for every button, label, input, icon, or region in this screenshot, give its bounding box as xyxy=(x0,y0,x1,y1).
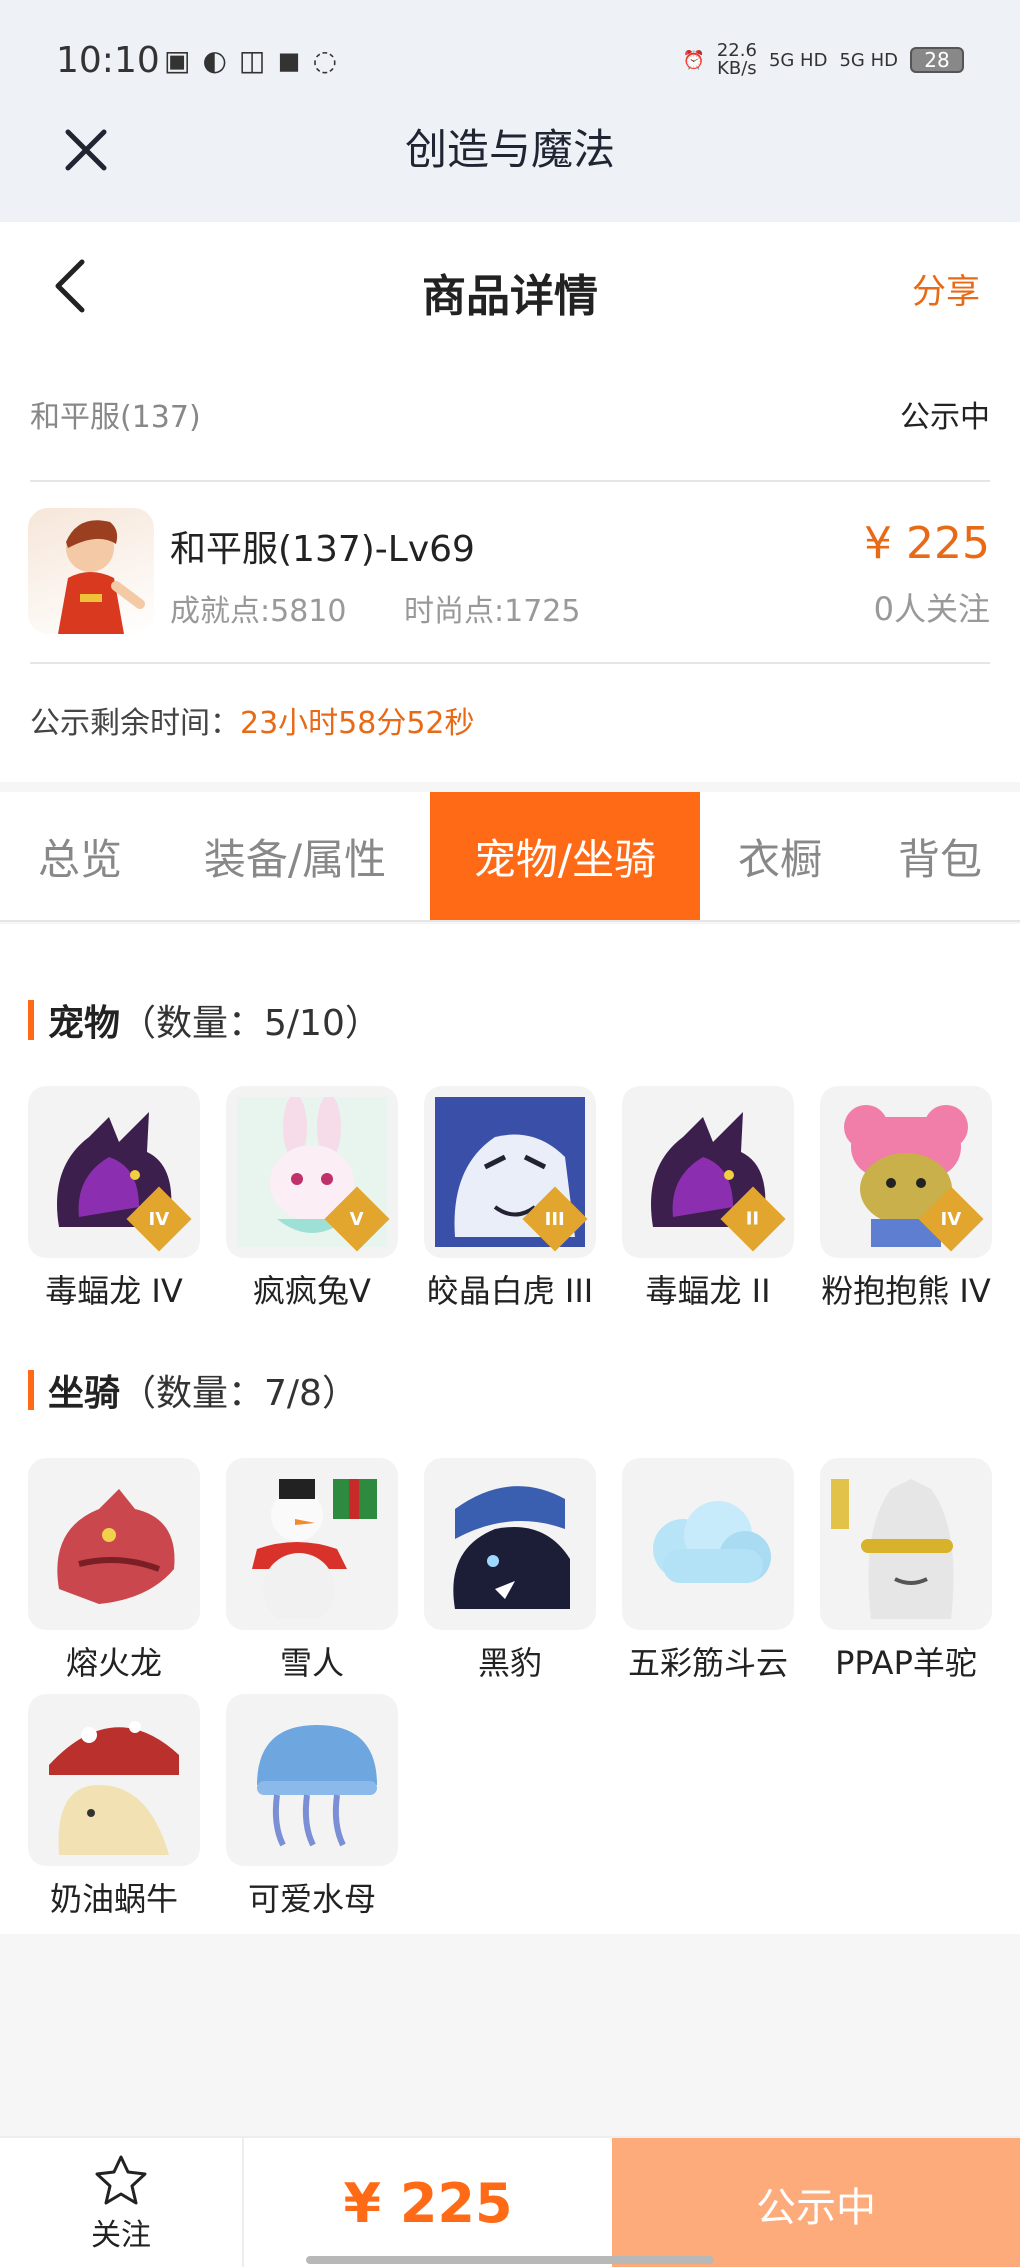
mounts-count: （数量：7/8） xyxy=(120,1373,358,1414)
pet-tile[interactable]: II 毒蝠龙 II xyxy=(622,1086,794,1312)
tab-equipment[interactable]: 装备/属性 xyxy=(160,792,430,920)
pets-section-title: 宠物 （数量：5/10） xyxy=(28,994,381,1046)
star-icon xyxy=(95,2155,147,2204)
follower-count: 0人关注 xyxy=(873,590,990,628)
fashion-points: 时尚点:1725 xyxy=(404,594,581,629)
section-marker xyxy=(28,1370,34,1410)
pet-tile[interactable]: III 皎晶白虎 III xyxy=(424,1086,596,1312)
battery-level: 28 xyxy=(924,48,950,72)
pet-label: 皎晶白虎 III xyxy=(426,1272,594,1310)
notification-globe-icon: ◐ xyxy=(202,44,227,77)
detail-tabs: 总览 装备/属性 宠物/坐骑 衣橱 背包 xyxy=(0,792,1020,922)
bottom-price: ¥ 225 xyxy=(343,2172,513,2235)
notification-listen-icon: ◫ xyxy=(238,44,266,77)
pet-tile[interactable]: IV 粉抱抱熊 IV xyxy=(820,1086,992,1312)
mount-tile[interactable]: PPAP羊驼 xyxy=(820,1458,992,1684)
status-time: 10:10 xyxy=(56,40,160,81)
network-1: 5G HD xyxy=(768,49,828,71)
character-avatar xyxy=(28,508,154,634)
publicity-button[interactable]: 公示中 xyxy=(612,2138,1020,2267)
follow-button[interactable]: 关注 xyxy=(0,2138,244,2267)
network-speed-unit: KB/s xyxy=(717,58,757,79)
battery-icon: 28 xyxy=(910,47,964,73)
network-2: 5G HD xyxy=(839,49,898,71)
mount-label: 熔火龙 xyxy=(65,1644,162,1682)
pet-tile[interactable]: V 疯疯兔V xyxy=(226,1086,398,1312)
alarm-icon: ⏰ xyxy=(682,49,705,71)
tab-wardrobe[interactable]: 衣橱 xyxy=(700,792,860,920)
top-bar: 10:10 ▣ ◐ ◫ ◼ ◌ ⏰ 22.6 KB/s 5G HD 5G HD … xyxy=(0,0,1020,222)
app-title: 创造与魔法 xyxy=(404,125,615,174)
page-title: 商品详情 xyxy=(422,271,598,322)
mount-label: 雪人 xyxy=(279,1644,344,1682)
tab-overview[interactable]: 总览 xyxy=(0,792,160,920)
mount-label: 奶油蜗牛 xyxy=(49,1880,178,1918)
notification-app-icon: ▣ xyxy=(164,44,191,77)
snowman-icon xyxy=(252,1479,377,1619)
mount-tile[interactable]: 奶油蜗牛 xyxy=(28,1694,200,1920)
listing-price: ¥ 225 xyxy=(864,518,990,569)
follow-label: 关注 xyxy=(91,2217,151,2253)
mount-tile[interactable]: 可爱水母 xyxy=(226,1694,398,1920)
bottom-bar: 关注 ¥ 225 公示中 xyxy=(0,2136,1020,2267)
mounts-section-title: 坐骑 （数量：7/8） xyxy=(28,1364,358,1416)
status-bar: 10:10 ▣ ◐ ◫ ◼ ◌ ⏰ 22.6 KB/s 5G HD 5G HD … xyxy=(0,0,1020,120)
snail-icon xyxy=(49,1721,179,1855)
rank-badge-text: III xyxy=(544,1208,566,1230)
server-name: 和平服(137) xyxy=(30,400,201,435)
pet-label: 疯疯兔V xyxy=(253,1272,371,1310)
tab-pets-mounts[interactable]: 宠物/坐骑 xyxy=(430,792,700,920)
black-panther-icon xyxy=(453,1486,570,1609)
notification-icons: ▣ ◐ ◫ ◼ ◌ xyxy=(164,44,337,77)
mount-label: PPAP羊驼 xyxy=(835,1644,977,1682)
mount-tile[interactable]: 雪人 xyxy=(226,1458,398,1684)
alpaca-icon xyxy=(831,1479,954,1619)
mount-label: 可爱水母 xyxy=(247,1880,376,1918)
listing-name: 和平服(137)-Lv69 xyxy=(170,529,475,570)
home-indicator[interactable] xyxy=(306,2256,714,2264)
rank-badge-text: II xyxy=(746,1208,760,1230)
fire-dragon-icon xyxy=(57,1489,175,1604)
section-marker xyxy=(28,1000,34,1040)
remaining-time-label: 公示剩余时间： xyxy=(30,706,240,741)
pet-tile[interactable]: IV 毒蝠龙 IV xyxy=(28,1086,200,1312)
status-right: ⏰ 22.6 KB/s 5G HD 5G HD 28 xyxy=(682,42,964,78)
divider xyxy=(30,662,990,664)
mount-label: 黑豹 xyxy=(477,1644,542,1682)
pet-label: 毒蝠龙 II xyxy=(645,1272,771,1310)
rank-badge-text: IV xyxy=(148,1208,170,1230)
achievement-points: 成就点:5810 xyxy=(170,594,347,629)
remaining-time-value: 23小时58分52秒 xyxy=(240,706,475,741)
network-speed: 22.6 KB/s xyxy=(717,42,757,78)
mount-tile[interactable]: 五彩筋斗云 xyxy=(622,1458,794,1684)
pets-title: 宠物 xyxy=(48,1003,121,1044)
pet-label: 粉抱抱熊 IV xyxy=(821,1272,991,1310)
pets-count: （数量：5/10） xyxy=(120,1003,381,1044)
rank-badge-text: V xyxy=(350,1208,364,1230)
tab-backpack[interactable]: 背包 xyxy=(860,792,1020,920)
mount-label: 五彩筋斗云 xyxy=(627,1644,788,1682)
notification-message-icon: ◼ xyxy=(277,44,301,77)
pet-label: 毒蝠龙 IV xyxy=(45,1272,183,1310)
mount-tile[interactable]: 黑豹 xyxy=(424,1458,596,1684)
pets-mounts-panel: 宠物 （数量：5/10） IV 毒蝠龙 IV V 疯疯兔V III 皎晶白虎 I… xyxy=(0,924,1020,1934)
notification-signal-icon: ◌ xyxy=(312,44,338,77)
page-nav: 商品详情 分享 xyxy=(0,222,1020,352)
listing-state: 公示中 xyxy=(900,400,990,435)
divider xyxy=(30,480,990,482)
remaining-time: 公示剩余时间：23小时58分52秒 xyxy=(30,698,475,742)
jellyfish-icon xyxy=(257,1725,377,1847)
product-card: 商品详情 分享 和平服(137) 公示中 和平服(137)-Lv69 成就点:5… xyxy=(0,222,1020,782)
mounts-title: 坐骑 xyxy=(48,1373,121,1414)
character-icon xyxy=(58,520,145,634)
rank-badge-text: IV xyxy=(940,1208,962,1230)
share-button[interactable]: 分享 xyxy=(912,264,980,313)
mount-tile[interactable]: 熔火龙 xyxy=(28,1458,200,1684)
cloud-icon xyxy=(653,1501,771,1583)
